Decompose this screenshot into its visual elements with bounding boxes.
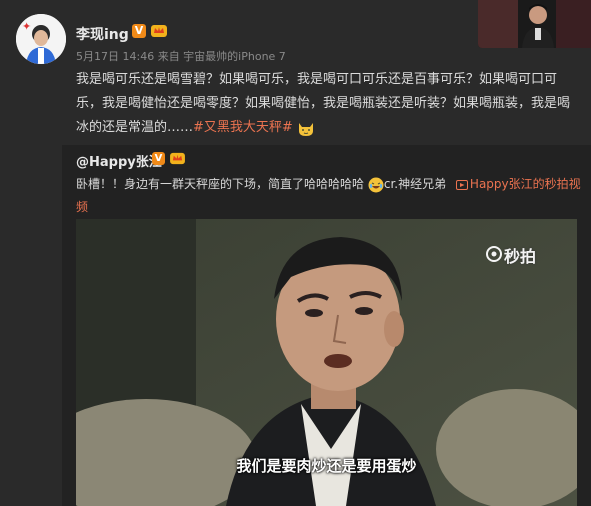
username[interactable]: 李现ing — [76, 24, 129, 44]
hashtag-link[interactable]: #又黑我大天秤# — [193, 120, 293, 135]
mention-text: cr.神经兄弟 — [383, 177, 447, 191]
laugh-cry-emoji-icon — [368, 177, 384, 192]
svg-text:✦: ✦ — [22, 20, 31, 33]
post-body: 我是喝可乐还是喝雪碧？如果喝可乐，我是喝可口可乐还是百事可乐？如果喝可口可乐，我… — [76, 72, 571, 135]
repost-verified-badge-icon: V — [152, 152, 165, 165]
repost-username[interactable]: @Happy张江 — [76, 151, 162, 170]
crown-icon — [151, 25, 167, 37]
repost-text: 卧槽！！身边有一群天秤座的下场，简直了哈哈哈哈哈 cr.神经兄弟 Happy张江… — [76, 173, 581, 219]
weibo-post: ✦ 李现ing V 5月17日 14:46 来自 宇宙最帅的iPhone 7 我… — [0, 0, 591, 506]
video-subtitle: 我们是要肉炒还是要用蛋炒 — [236, 457, 417, 475]
cat-face-icon — [298, 122, 313, 136]
post-text: 我是喝可乐还是喝雪碧？如果喝可乐，我是喝可口可乐还是百事可乐？如果喝可口可乐，我… — [76, 68, 576, 140]
video-watermark: 秒拍 — [504, 247, 537, 266]
video-player[interactable]: 秒拍 我们是要肉炒还是要用蛋炒 — [76, 219, 577, 506]
repost-crown-icon — [170, 152, 185, 165]
repost-body: 卧槽！！身边有一群天秤座的下场，简直了哈哈哈哈哈 — [76, 177, 365, 191]
verified-badge-icon: V — [132, 24, 146, 38]
post-meta: 5月17日 14:46 来自 宇宙最帅的iPhone 7 — [76, 50, 286, 63]
avatar[interactable]: ✦ — [16, 14, 66, 64]
repost-box: @Happy张江 V 卧槽！！身边有一群天秤座的下场，简直了哈哈哈哈哈 cr.神… — [62, 145, 591, 506]
video-link-icon — [455, 179, 468, 190]
watermark-logo-icon — [486, 246, 502, 262]
profile-cover-thumbnail — [478, 0, 591, 48]
